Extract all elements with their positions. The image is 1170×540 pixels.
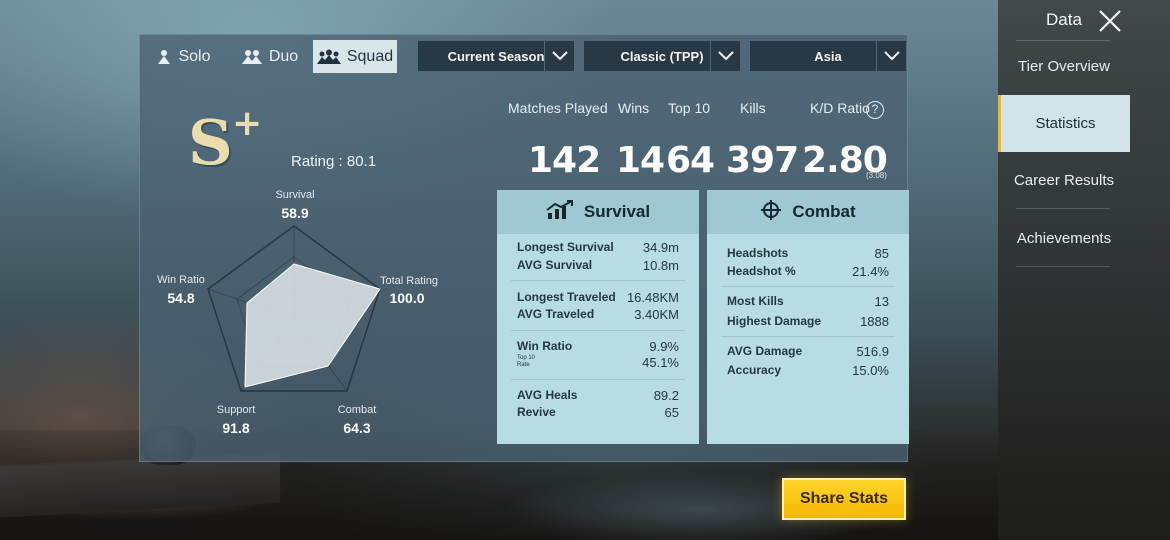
radar-label-total-rating: Total Rating [379, 275, 439, 287]
squad-icon [316, 49, 341, 65]
combat-card: Combat Headshots 85 Headshot % 21.4% Most … [707, 190, 909, 444]
divider [511, 330, 685, 331]
wins-label: Wins [618, 100, 650, 116]
crosshair-icon [760, 199, 782, 226]
duo-icon [241, 49, 263, 65]
sidebar-item-career-results[interactable]: Career Results [998, 152, 1130, 209]
share-stats-button[interactable]: Share Stats [782, 478, 906, 520]
help-icon[interactable]: ? [866, 101, 884, 119]
region-dropdown-value: Asia [814, 48, 842, 64]
combat-card-header: Combat [707, 190, 909, 234]
survival-card-title: Survival [583, 202, 651, 221]
survival-card-header: Survival [497, 190, 699, 234]
solo-icon [156, 49, 172, 65]
rank-plus: + [232, 103, 263, 144]
radar-value-combat: 64.3 [343, 420, 371, 436]
sidebar-title: Data [1046, 10, 1082, 29]
radar-label-support: Support [216, 404, 256, 416]
divider [1016, 208, 1110, 209]
top10-value: 64 [666, 140, 715, 181]
kills-value: 397 [726, 140, 799, 181]
radar-label-win-ratio: Win Ratio [157, 274, 205, 286]
season-dropdown-value: Current Season [447, 48, 545, 64]
top10-label: Top 10 [668, 100, 711, 116]
tab-solo-label: Solo [178, 47, 211, 65]
season-dropdown[interactable]: Current Season [417, 40, 575, 72]
chart-up-icon [546, 199, 574, 225]
tab-duo[interactable]: Duo [226, 40, 313, 73]
divider [721, 286, 895, 287]
matches-played-label: Matches Played [508, 100, 608, 116]
radar-value-support: 91.8 [222, 420, 250, 436]
sidebar-item-tier-overview[interactable]: Tier Overview [998, 38, 1130, 95]
tab-squad-label: Squad [346, 47, 394, 65]
rating-text: Rating : 80.1 [291, 153, 377, 170]
chevron-down-icon [710, 41, 740, 71]
radar-value-win-ratio: 54.8 [167, 290, 195, 306]
divider [1016, 266, 1110, 267]
close-icon[interactable] [1097, 8, 1123, 39]
kd-ratio-sub: (3.08) [866, 171, 887, 180]
radar-label-survival: Survival [275, 189, 315, 201]
divider [721, 336, 895, 337]
rank-letter: S [188, 106, 233, 179]
region-dropdown[interactable]: Asia [749, 40, 907, 72]
kills-label: Kills [740, 100, 766, 116]
combat-card-title: Combat [792, 202, 856, 221]
sidebar-item-achievements[interactable]: Achievements [998, 210, 1130, 267]
chevron-down-icon [876, 41, 906, 71]
sidebar-item-statistics[interactable]: Statistics [998, 95, 1130, 152]
radar-label-combat: Combat [337, 404, 377, 416]
divider [511, 280, 685, 281]
radar-area [244, 263, 381, 388]
mode-dropdown-value: Classic (TPP) [620, 48, 704, 64]
divider [511, 379, 685, 380]
wins-value: 14 [616, 140, 665, 181]
chevron-down-icon [544, 41, 574, 71]
radar-value-survival: 58.9 [281, 205, 309, 221]
mode-dropdown[interactable]: Classic (TPP) [583, 40, 741, 72]
survival-card: Survival Longest Survival 34.9m AVG Survi… [497, 190, 699, 444]
kd-ratio-label: K/D Ratio [810, 100, 870, 116]
tab-squad[interactable]: Squad [313, 40, 397, 73]
tab-duo-label: Duo [268, 47, 299, 65]
matches-played-value: 142 [528, 140, 601, 181]
tab-solo[interactable]: Solo [141, 40, 226, 73]
radar-value-total-rating: 100.0 [389, 290, 425, 306]
mode-tabs: Solo Duo Squad [141, 40, 397, 73]
